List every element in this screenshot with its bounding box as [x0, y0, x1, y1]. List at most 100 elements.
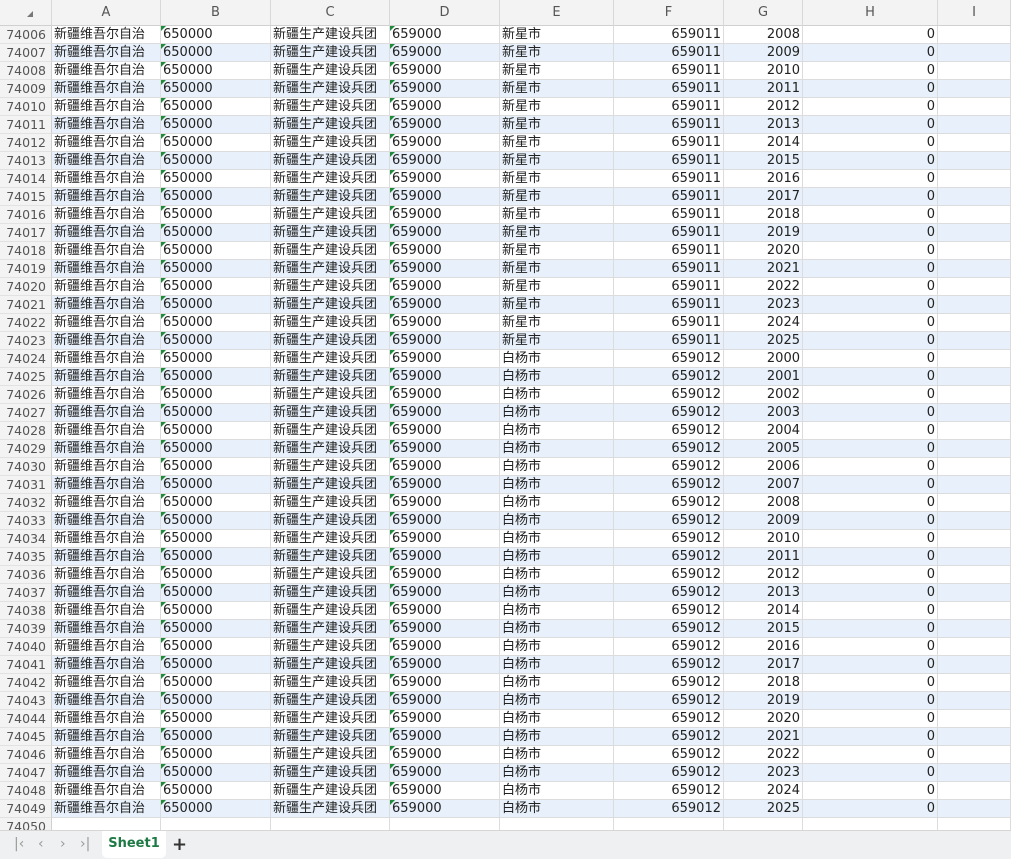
cell-c[interactable]: 新疆生产建设兵团 [271, 134, 390, 152]
cell-a[interactable]: 新疆维吾尔自治 [52, 494, 161, 512]
cell-a[interactable]: 新疆维吾尔自治 [52, 44, 161, 62]
cell-a[interactable]: 新疆维吾尔自治 [52, 458, 161, 476]
row-header[interactable]: 74016 [0, 206, 52, 224]
cell-h[interactable]: 0 [803, 98, 938, 116]
cell-g[interactable] [724, 818, 803, 830]
cell-h[interactable]: 0 [803, 710, 938, 728]
cell-a[interactable]: 新疆维吾尔自治 [52, 368, 161, 386]
cell-f[interactable]: 659011 [614, 314, 724, 332]
cell-f[interactable]: 659012 [614, 350, 724, 368]
cell-a[interactable]: 新疆维吾尔自治 [52, 692, 161, 710]
cell-f[interactable]: 659012 [614, 368, 724, 386]
cell-a[interactable]: 新疆维吾尔自治 [52, 260, 161, 278]
cell-e[interactable] [500, 818, 614, 830]
cell-g[interactable]: 2016 [724, 638, 803, 656]
cell-e[interactable]: 新星市 [500, 224, 614, 242]
cell-f[interactable]: 659011 [614, 260, 724, 278]
cell-a[interactable]: 新疆维吾尔自治 [52, 134, 161, 152]
cell-i[interactable] [938, 782, 1011, 800]
cell-i[interactable] [938, 296, 1011, 314]
row-header[interactable]: 74035 [0, 548, 52, 566]
row-header[interactable]: 74024 [0, 350, 52, 368]
cell-i[interactable] [938, 656, 1011, 674]
cell-b[interactable]: 650000 [161, 242, 271, 260]
cell-d[interactable]: 659000 [390, 350, 500, 368]
cell-f[interactable]: 659012 [614, 602, 724, 620]
cell-b[interactable]: 650000 [161, 566, 271, 584]
cell-c[interactable]: 新疆生产建设兵团 [271, 188, 390, 206]
cell-b[interactable]: 650000 [161, 674, 271, 692]
cell-h[interactable]: 0 [803, 62, 938, 80]
cell-c[interactable]: 新疆生产建设兵团 [271, 638, 390, 656]
cell-e[interactable]: 白杨市 [500, 692, 614, 710]
cell-b[interactable]: 650000 [161, 638, 271, 656]
cell-f[interactable]: 659012 [614, 566, 724, 584]
cell-e[interactable]: 新星市 [500, 62, 614, 80]
cell-c[interactable] [271, 818, 390, 830]
cell-f[interactable]: 659012 [614, 620, 724, 638]
cell-f[interactable]: 659011 [614, 134, 724, 152]
cell-b[interactable]: 650000 [161, 494, 271, 512]
cell-b[interactable]: 650000 [161, 710, 271, 728]
cell-i[interactable] [938, 98, 1011, 116]
cell-g[interactable]: 2005 [724, 440, 803, 458]
cell-a[interactable]: 新疆维吾尔自治 [52, 332, 161, 350]
cell-a[interactable] [52, 818, 161, 830]
cell-h[interactable]: 0 [803, 350, 938, 368]
cell-f[interactable] [614, 818, 724, 830]
cell-f[interactable]: 659012 [614, 692, 724, 710]
cell-b[interactable]: 650000 [161, 746, 271, 764]
cell-h[interactable]: 0 [803, 638, 938, 656]
cell-a[interactable]: 新疆维吾尔自治 [52, 296, 161, 314]
row-header[interactable]: 74050 [0, 818, 52, 830]
cell-c[interactable]: 新疆生产建设兵团 [271, 422, 390, 440]
cell-h[interactable]: 0 [803, 170, 938, 188]
cell-i[interactable] [938, 818, 1011, 830]
cell-c[interactable]: 新疆生产建设兵团 [271, 224, 390, 242]
cell-h[interactable]: 0 [803, 80, 938, 98]
row-header[interactable]: 74017 [0, 224, 52, 242]
row-header[interactable]: 74032 [0, 494, 52, 512]
cell-b[interactable]: 650000 [161, 458, 271, 476]
cell-d[interactable]: 659000 [390, 656, 500, 674]
cell-c[interactable]: 新疆生产建设兵团 [271, 44, 390, 62]
cell-h[interactable]: 0 [803, 188, 938, 206]
cell-c[interactable]: 新疆生产建设兵团 [271, 620, 390, 638]
cell-d[interactable]: 659000 [390, 62, 500, 80]
cell-c[interactable]: 新疆生产建设兵团 [271, 206, 390, 224]
prev-sheet-icon[interactable]: ‹ [38, 836, 44, 852]
row-header[interactable]: 74012 [0, 134, 52, 152]
cell-g[interactable]: 2014 [724, 134, 803, 152]
cell-h[interactable]: 0 [803, 620, 938, 638]
row-header[interactable]: 74045 [0, 728, 52, 746]
cell-f[interactable]: 659011 [614, 278, 724, 296]
cell-g[interactable]: 2009 [724, 512, 803, 530]
cell-h[interactable]: 0 [803, 278, 938, 296]
cell-e[interactable]: 新星市 [500, 332, 614, 350]
cell-a[interactable]: 新疆维吾尔自治 [52, 98, 161, 116]
cell-g[interactable]: 2022 [724, 746, 803, 764]
cell-f[interactable]: 659012 [614, 656, 724, 674]
cell-c[interactable]: 新疆生产建设兵团 [271, 566, 390, 584]
cell-f[interactable]: 659012 [614, 458, 724, 476]
cell-i[interactable] [938, 530, 1011, 548]
cell-b[interactable]: 650000 [161, 98, 271, 116]
last-sheet-icon[interactable]: ›| [80, 836, 90, 852]
cell-g[interactable]: 2018 [724, 674, 803, 692]
cell-f[interactable]: 659012 [614, 800, 724, 818]
cell-g[interactable]: 2024 [724, 782, 803, 800]
cell-e[interactable]: 白杨市 [500, 512, 614, 530]
spreadsheet-grid[interactable]: A B C D E F G H I 74006 新疆维吾尔自治 650000 新疆生产建设兵团 65900… [0, 0, 1011, 830]
cell-i[interactable] [938, 476, 1011, 494]
cell-f[interactable]: 659011 [614, 206, 724, 224]
cell-e[interactable]: 新星市 [500, 314, 614, 332]
cell-i[interactable] [938, 134, 1011, 152]
cell-g[interactable]: 2023 [724, 764, 803, 782]
cell-d[interactable]: 659000 [390, 548, 500, 566]
cell-i[interactable] [938, 764, 1011, 782]
cell-b[interactable]: 650000 [161, 476, 271, 494]
cell-g[interactable]: 2017 [724, 656, 803, 674]
cell-b[interactable]: 650000 [161, 584, 271, 602]
row-header[interactable]: 74040 [0, 638, 52, 656]
cell-c[interactable]: 新疆生产建设兵团 [271, 62, 390, 80]
